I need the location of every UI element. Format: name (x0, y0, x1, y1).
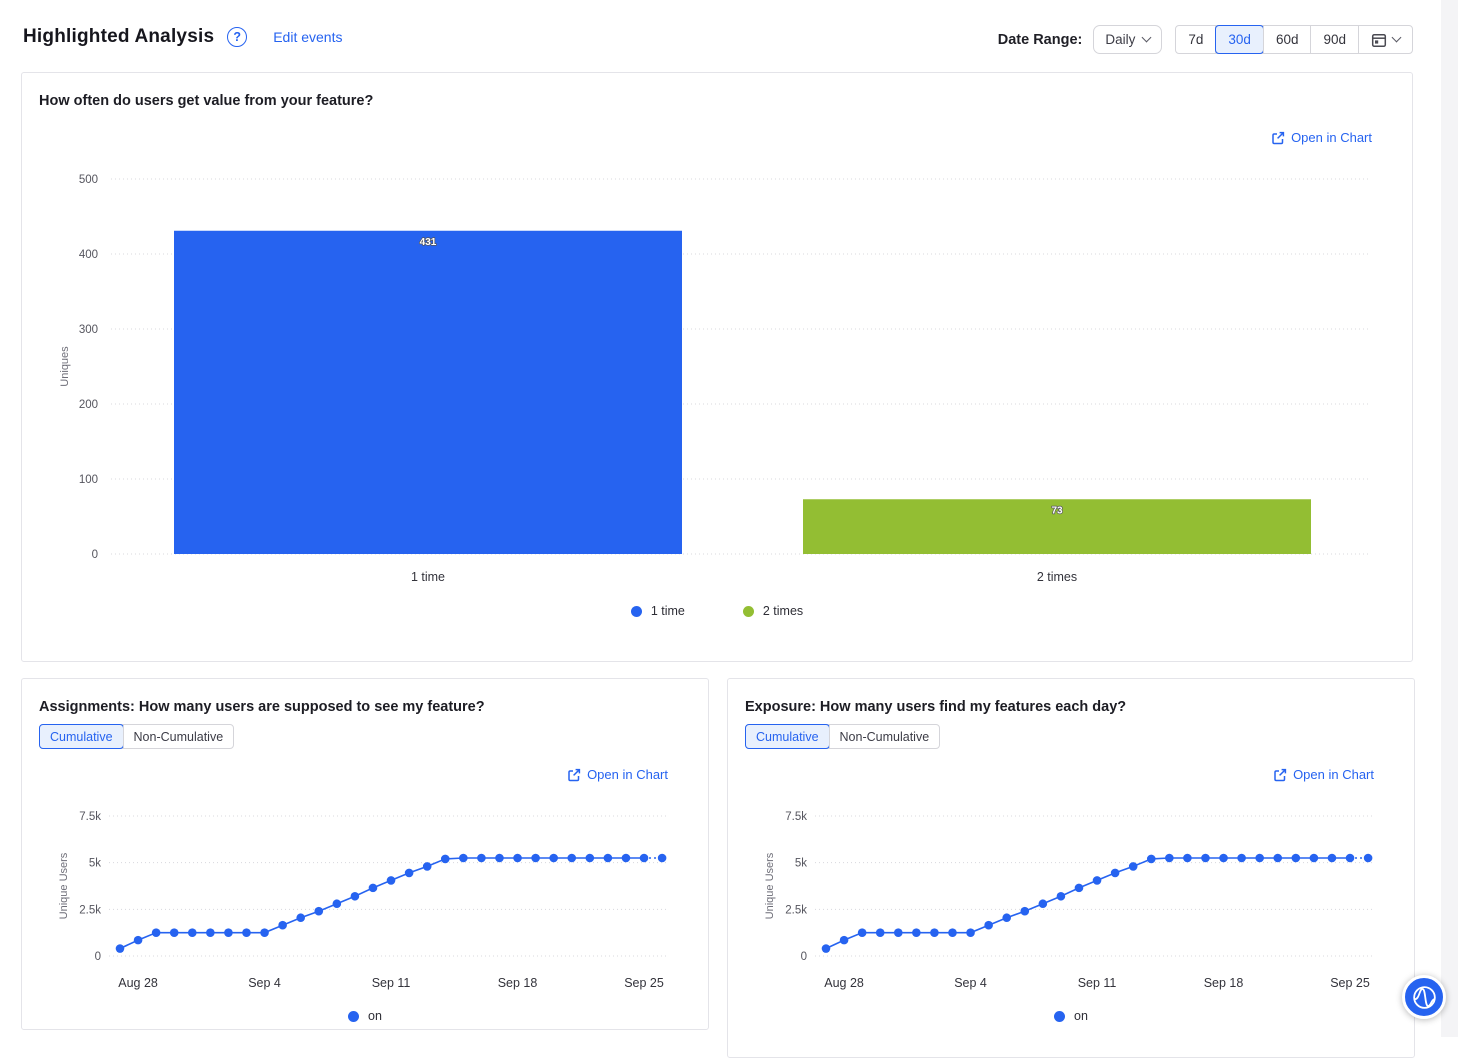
range-30d-button[interactable]: 30d (1215, 26, 1263, 53)
svg-text:0: 0 (801, 951, 807, 963)
assignments-card: Assignments: How many users are supposed… (21, 678, 709, 1030)
range-60d-button[interactable]: 60d (1263, 26, 1311, 53)
value-frequency-card: How often do users get value from your f… (21, 72, 1413, 662)
svg-text:200: 200 (79, 399, 98, 411)
svg-text:0: 0 (95, 951, 101, 963)
custom-date-button[interactable] (1358, 26, 1412, 53)
svg-text:100: 100 (79, 474, 98, 486)
open-in-chart-link[interactable]: Open in Chart (1271, 130, 1372, 145)
date-range-controls: Date Range: Daily 7d 30d 60d 90d (998, 25, 1413, 54)
svg-text:Sep 11: Sep 11 (372, 976, 411, 990)
help-icon[interactable]: ? (227, 27, 247, 47)
svg-text:5k: 5k (795, 858, 807, 870)
exposure-line-chart[interactable]: 0 2.5k 5k 7.5k Unique Users Aug 28 Sep 4 Sep 11… (728, 791, 1416, 999)
legend-dot-blue (1054, 1011, 1065, 1022)
svg-text:500: 500 (79, 174, 98, 186)
svg-text:Sep 4: Sep 4 (248, 976, 281, 990)
legend-dot-blue (631, 606, 642, 617)
svg-text:0: 0 (92, 549, 98, 561)
calendar-icon (1371, 32, 1387, 48)
edit-events-link[interactable]: Edit events (273, 29, 342, 45)
page-scrollbar[interactable] (1441, 0, 1458, 1037)
svg-text:Unique Users: Unique Users (764, 852, 776, 919)
external-link-icon (567, 768, 581, 782)
non-cumulative-option[interactable]: Non-Cumulative (123, 725, 234, 748)
svg-text:Aug 28: Aug 28 (118, 976, 158, 990)
svg-text:5k: 5k (89, 858, 101, 870)
svg-text:2 times: 2 times (1037, 570, 1077, 584)
amplitude-logo-icon (1411, 984, 1438, 1011)
non-cumulative-option[interactable]: Non-Cumulative (829, 725, 940, 748)
svg-text:400: 400 (79, 249, 98, 261)
external-link-icon (1273, 768, 1287, 782)
legend-label: on (1074, 1009, 1088, 1023)
svg-text:Sep 11: Sep 11 (1078, 976, 1117, 990)
legend-item-on[interactable]: on (1054, 1009, 1088, 1023)
cumulative-toggle: Cumulative Non-Cumulative (745, 724, 940, 749)
open-in-chart-label: Open in Chart (587, 767, 668, 782)
svg-text:7.5k: 7.5k (79, 811, 101, 823)
svg-text:300: 300 (79, 324, 98, 336)
legend-item-1-time[interactable]: 1 time (631, 604, 685, 618)
assignments-line-chart[interactable]: 0 2.5k 5k 7.5k Unique Users Aug 28 Sep 4 Sep 11… (22, 791, 710, 999)
external-link-icon (1271, 131, 1285, 145)
svg-text:Sep 25: Sep 25 (624, 976, 664, 990)
page-header-left: Highlighted Analysis ? Edit events (23, 26, 342, 48)
cumulative-option[interactable]: Cumulative (746, 725, 829, 748)
svg-text:2.5k: 2.5k (79, 904, 101, 916)
svg-text:Uniques: Uniques (59, 346, 71, 387)
value-frequency-bar-chart[interactable]: 0 100 200 300 400 500 Uniques 431 1 time 73 2 time… (22, 163, 1414, 595)
card-title: How often do users get value from your f… (39, 93, 373, 109)
legend-label: 2 times (763, 604, 803, 618)
chevron-down-icon (1392, 33, 1402, 43)
svg-text:73: 73 (1051, 505, 1063, 516)
range-button-group: 7d 30d 60d 90d (1175, 25, 1413, 54)
chart-legend: 1 time 2 times (22, 604, 1412, 618)
open-in-chart-link[interactable]: Open in Chart (1273, 767, 1374, 782)
legend-label: on (368, 1009, 382, 1023)
svg-text:431: 431 (420, 237, 437, 248)
cumulative-toggle: Cumulative Non-Cumulative (39, 724, 234, 749)
chevron-down-icon (1142, 33, 1152, 43)
open-in-chart-link[interactable]: Open in Chart (567, 767, 668, 782)
chart-legend: on (728, 1009, 1414, 1023)
range-7d-button[interactable]: 7d (1176, 26, 1215, 53)
granularity-dropdown[interactable]: Daily (1093, 25, 1162, 54)
open-in-chart-label: Open in Chart (1291, 130, 1372, 145)
svg-text:2.5k: 2.5k (785, 904, 807, 916)
svg-text:Sep 25: Sep 25 (1330, 976, 1370, 990)
svg-text:1 time: 1 time (411, 570, 445, 584)
legend-dot-green (743, 606, 754, 617)
open-in-chart-label: Open in Chart (1293, 767, 1374, 782)
page-title: Highlighted Analysis (23, 26, 214, 48)
legend-item-2-times[interactable]: 2 times (743, 604, 803, 618)
amplitude-assistant-button[interactable] (1402, 975, 1446, 1019)
chart-legend: on (22, 1009, 708, 1023)
svg-text:Sep 18: Sep 18 (1204, 976, 1244, 990)
svg-text:Unique Users: Unique Users (58, 852, 70, 919)
granularity-value: Daily (1105, 32, 1135, 47)
svg-text:7.5k: 7.5k (785, 811, 807, 823)
range-90d-button[interactable]: 90d (1310, 26, 1358, 53)
svg-text:Aug 28: Aug 28 (824, 976, 864, 990)
date-range-label: Date Range: (998, 32, 1083, 48)
card-title: Exposure: How many users find my feature… (745, 699, 1126, 715)
legend-item-on[interactable]: on (348, 1009, 382, 1023)
svg-text:Sep 18: Sep 18 (498, 976, 538, 990)
legend-label: 1 time (651, 604, 685, 618)
card-title: Assignments: How many users are supposed… (39, 699, 485, 715)
exposure-card: Exposure: How many users find my feature… (727, 678, 1415, 1058)
svg-text:Sep 4: Sep 4 (954, 976, 987, 990)
cumulative-option[interactable]: Cumulative (40, 725, 123, 748)
legend-dot-blue (348, 1011, 359, 1022)
